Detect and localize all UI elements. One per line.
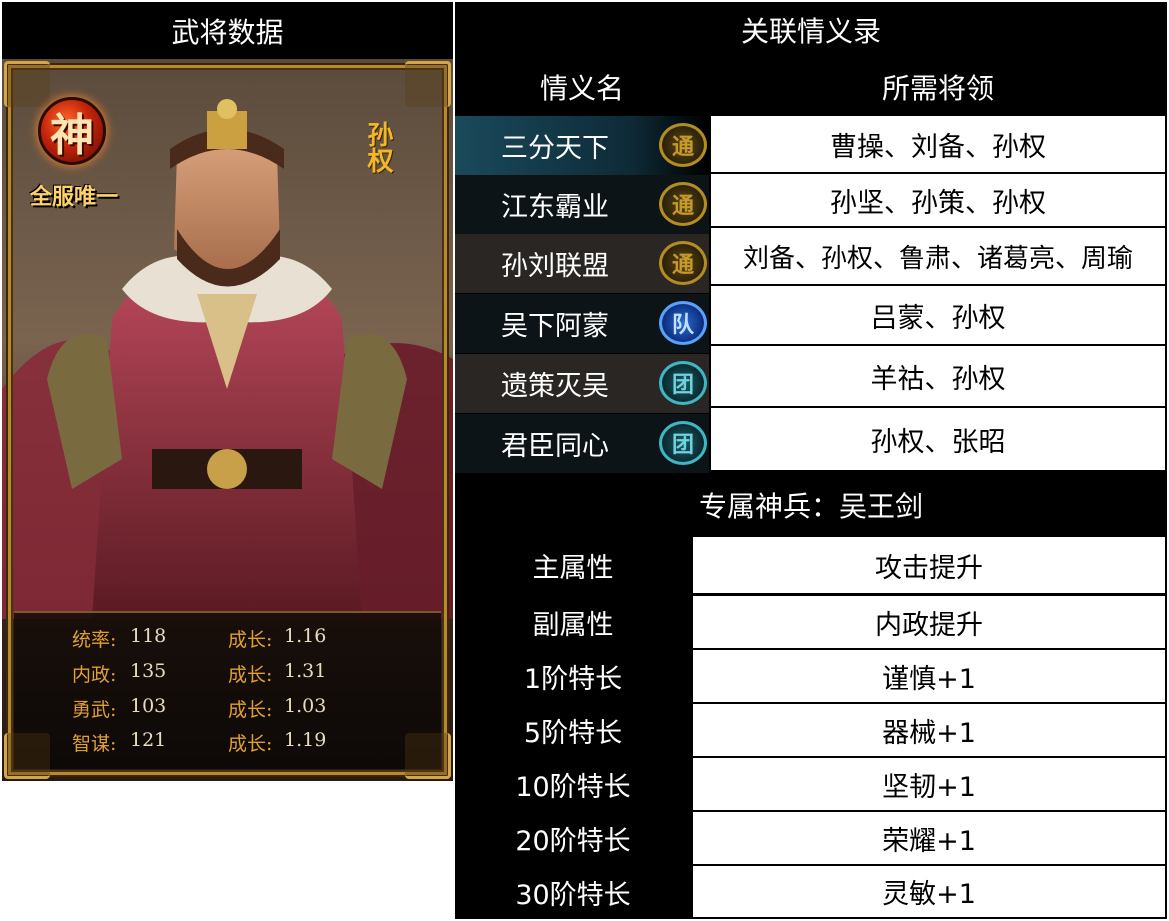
frame-corner-ornament <box>4 733 50 779</box>
growth-value: 1.19 <box>284 729 327 751</box>
weapon-attr-value: 灵敏+1 <box>693 866 1165 917</box>
stat-value: 118 <box>130 625 167 647</box>
server-unique-label: 全服唯一 <box>30 185 119 210</box>
weapon-attr-label: 主属性 <box>532 552 614 584</box>
tuan-icon: 团 <box>659 421 707 465</box>
weapon-attr-label: 1阶特长 <box>523 663 623 695</box>
general-name: 孙权 <box>363 121 393 173</box>
bond-name: 君臣同心 <box>501 431 609 462</box>
weapon-attr-value: 内政提升 <box>693 596 1165 648</box>
bond-row[interactable]: 吴下阿蒙 队 <box>455 294 709 353</box>
growth-value: 1.03 <box>284 695 327 717</box>
weapon-attr-value: 荣耀+1 <box>693 812 1165 864</box>
bond-row[interactable]: 三分天下 通 <box>455 116 709 175</box>
bond-name: 吴下阿蒙 <box>501 311 609 342</box>
bond-generals: 羊祜、孙权 <box>711 346 1165 406</box>
bond-name: 孙刘联盟 <box>501 251 609 282</box>
weapon-attr-label: 副属性 <box>532 609 614 641</box>
bond-generals: 吕蒙、孙权 <box>711 286 1165 344</box>
stat-name: 勇武: <box>72 699 117 721</box>
frame-corner-ornament <box>405 61 451 107</box>
stat-value: 135 <box>130 660 167 682</box>
stat-row: 统率: 118 成长: 1.16 <box>14 625 441 657</box>
growth-label: 成长: <box>228 664 273 686</box>
tong-icon: 通 <box>659 241 707 285</box>
frame-corner-ornament <box>405 733 451 779</box>
bond-row[interactable]: 君臣同心 团 <box>455 414 709 473</box>
bond-name: 三分天下 <box>501 133 609 164</box>
bond-row[interactable]: 遗策灭吴 团 <box>455 354 709 413</box>
growth-value: 1.16 <box>284 625 327 647</box>
stat-name: 内政: <box>72 664 117 686</box>
tuan-icon: 团 <box>659 361 707 405</box>
tong-icon: 通 <box>659 123 707 167</box>
bond-name: 江东霸业 <box>501 192 609 223</box>
stat-value: 103 <box>130 695 167 717</box>
bond-generals: 刘备、孙权、鲁肃、诸葛亮、周瑜 <box>711 228 1165 284</box>
tong-icon: 通 <box>659 182 707 226</box>
growth-label: 成长: <box>228 733 273 755</box>
weapon-attr-label: 20阶特长 <box>515 825 631 857</box>
growth-label: 成长: <box>228 629 273 651</box>
weapon-attr-value: 坚韧+1 <box>693 758 1165 810</box>
bond-row[interactable]: 江东霸业 通 <box>455 175 709 234</box>
weapon-attr-value: 谨慎+1 <box>693 650 1165 702</box>
weapon-attr-value: 器械+1 <box>693 704 1165 756</box>
growth-label: 成长: <box>228 699 273 721</box>
bond-title: 关联情义录 <box>740 15 881 48</box>
weapon-attr-label: 10阶特长 <box>515 771 631 803</box>
frame-corner-ornament <box>4 61 50 107</box>
bond-name: 遗策灭吴 <box>501 371 609 402</box>
stats-panel: 统率: 118 成长: 1.16 内政: 135 成长: 1.31 勇武: 10… <box>14 611 441 769</box>
general-data-header: 武将数据 <box>2 2 453 59</box>
growth-value: 1.31 <box>284 660 327 682</box>
stat-row: 勇武: 103 成长: 1.03 <box>14 695 441 727</box>
weapon-attr-label: 5阶特长 <box>523 717 623 749</box>
bond-panel: 关联情义录 情义名 所需将领 三分天下 通 曹操、刘备、孙权 江东霸业 通 孙坚… <box>455 2 1167 919</box>
stat-value: 121 <box>130 729 167 751</box>
bond-generals: 孙坚、孙策、孙权 <box>711 174 1165 226</box>
stat-name: 统率: <box>72 629 117 651</box>
weapon-attr-label: 30阶特长 <box>515 879 631 911</box>
dui-icon: 队 <box>659 301 707 345</box>
bond-row[interactable]: 孙刘联盟 通 <box>455 234 709 293</box>
generals-column-header: 所需将领 <box>881 72 994 105</box>
stat-row: 内政: 135 成长: 1.31 <box>14 660 441 692</box>
bond-generals: 孙权、张昭 <box>711 408 1165 470</box>
bond-name-column-header: 情义名 <box>539 72 624 105</box>
god-rank-badge: 神 <box>38 97 106 165</box>
general-card: 神 全服唯一 孙权 统率: 118 成长: 1.16 内政: 135 成长: 1… <box>2 59 453 781</box>
weapon-attr-value: 攻击提升 <box>693 537 1165 593</box>
bond-generals: 曹操、刘备、孙权 <box>711 116 1165 172</box>
stat-row: 智谋: 121 成长: 1.19 <box>14 729 441 761</box>
stat-name: 智谋: <box>72 733 117 755</box>
exclusive-weapon-title: 专属神兵：吴王剑 <box>698 490 923 523</box>
